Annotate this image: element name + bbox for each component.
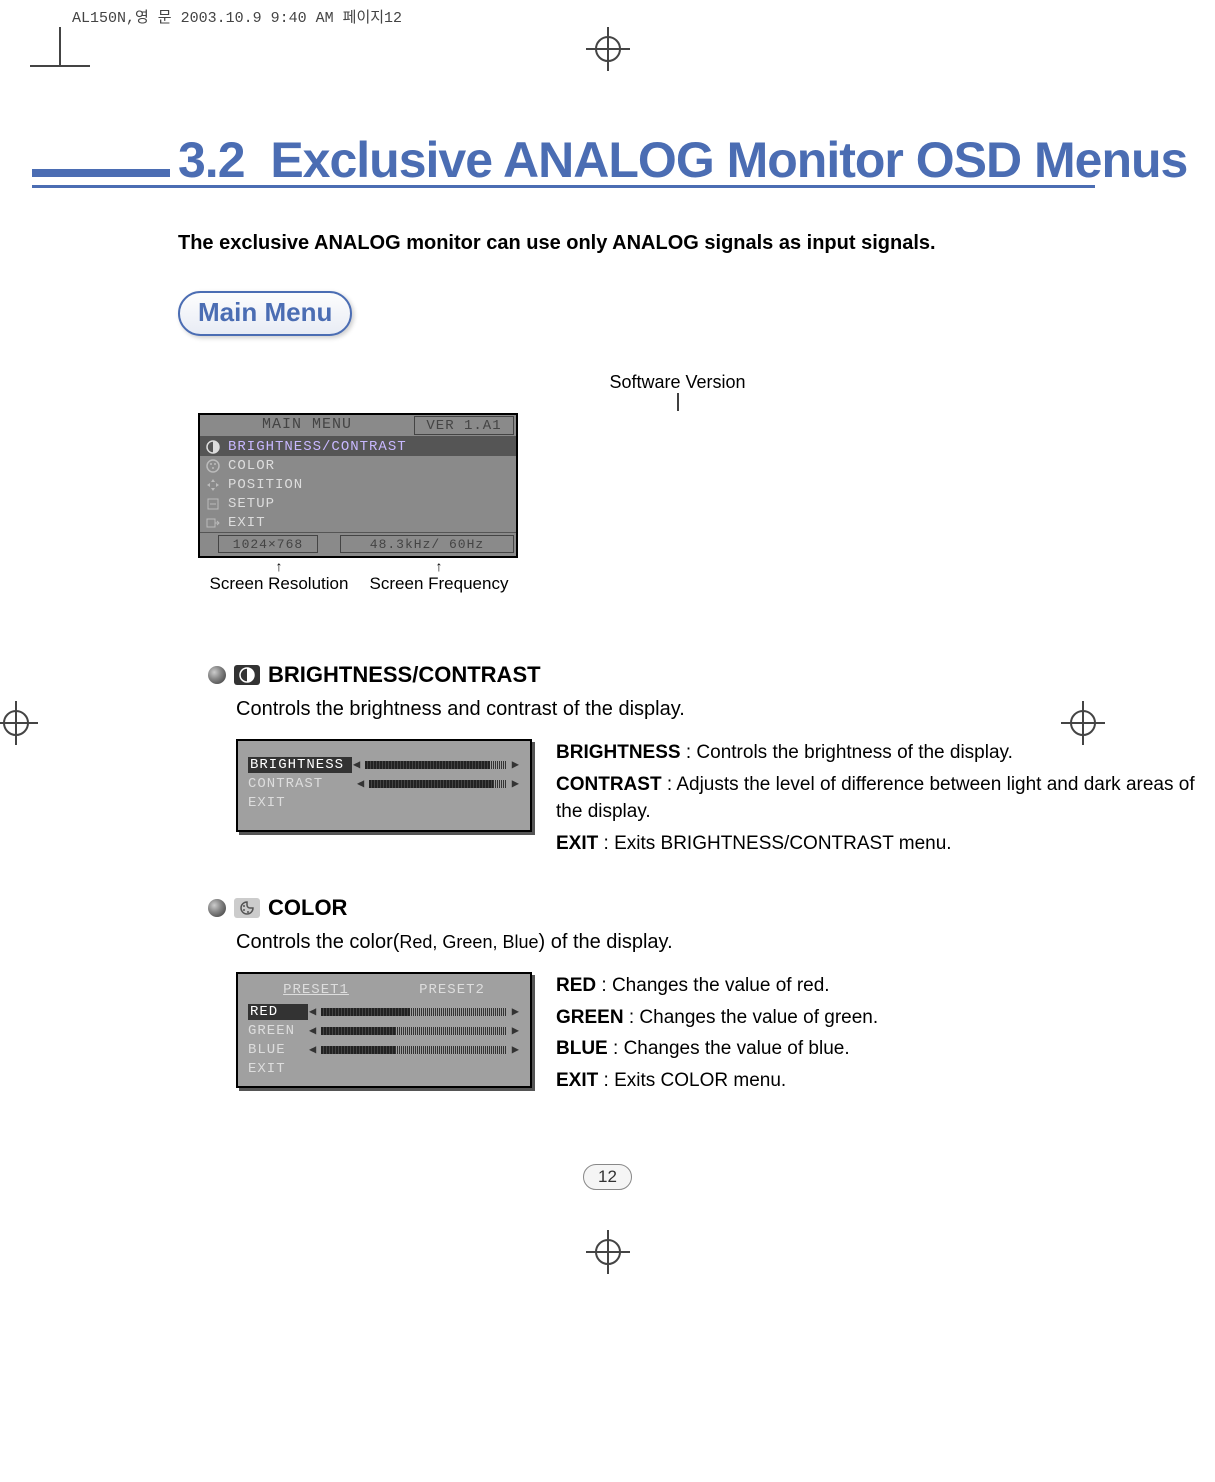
callout-arrow-icon: [0, 393, 1215, 411]
registration-mark-icon: [586, 27, 630, 71]
desc-suffix: ) of the display.: [538, 931, 672, 953]
palette-icon: [204, 459, 222, 473]
bullet-icon: [208, 666, 226, 684]
osd-frequency-box: 48.3kHz/ 60Hz: [340, 535, 514, 553]
osd-sub-item-contrast: CONTRAST ◀▶: [238, 774, 530, 793]
osd-sub-item-red: RED ◀▶: [238, 1002, 530, 1021]
move-arrows-icon: [204, 478, 222, 492]
osd-version-box: VER 1.A1: [414, 416, 514, 435]
page-number: 12: [0, 1164, 1215, 1190]
osd-item-label: EXIT: [228, 515, 266, 531]
osd-sub-label: EXIT: [248, 795, 356, 811]
osd-sub-label: GREEN: [248, 1023, 308, 1039]
def-text: : Exits BRIGHTNESS/CONTRAST menu.: [598, 833, 951, 854]
def-term: EXIT: [556, 1070, 598, 1091]
osd-item-label: COLOR: [228, 458, 275, 474]
osd-main-menu: MAIN MENU VER 1.A1 BRIGHTNESS/CONTRAST C…: [198, 413, 518, 558]
preset-row: PRESET1 PRESET2: [238, 980, 530, 1002]
osd-sub-item-brightness: BRIGHTNESS ◀▶: [238, 755, 530, 774]
callout-arrow-icon: ↑: [354, 558, 524, 574]
osd-sub-label: RED: [248, 1004, 308, 1020]
preset1-label: PRESET1: [283, 982, 349, 998]
screen-resolution-label: Screen Resolution: [210, 574, 349, 593]
intro-text: The exclusive ANALOG monitor can use onl…: [178, 232, 1215, 255]
half-circle-icon: [204, 440, 222, 454]
print-job-header: AL150N,영 문 2003.10.9 9:40 AM 페이지12: [0, 0, 1215, 27]
osd-item-label: POSITION: [228, 477, 303, 493]
desc-prefix: Controls the color(: [236, 931, 399, 953]
registration-mark-icon: [0, 1230, 1215, 1279]
def-text: : Exits COLOR menu.: [598, 1070, 786, 1091]
preset2-label: PRESET2: [419, 982, 485, 998]
osd-item-color: COLOR: [200, 456, 516, 475]
section-number: 3.2: [178, 131, 245, 189]
brightness-definitions: BRIGHTNESS : Controls the brightness of …: [556, 739, 1215, 861]
osd-sub-label: CONTRAST: [248, 776, 356, 792]
osd-sub-item-blue: BLUE ◀▶: [238, 1040, 530, 1059]
def-term: CONTRAST: [556, 774, 662, 795]
def-text: : Changes the value of blue.: [608, 1038, 850, 1059]
osd-brightness-submenu: BRIGHTNESS ◀▶ CONTRAST ◀▶ EXIT: [236, 739, 532, 832]
color-heading: COLOR: [268, 895, 347, 921]
osd-header: MAIN MENU: [200, 415, 414, 436]
registration-mark-icon: [1061, 701, 1105, 750]
exit-icon: [204, 516, 222, 530]
color-desc: Controls the color(Red, Green, Blue) of …: [236, 931, 1215, 954]
slider-icon: ◀▶: [356, 776, 520, 791]
osd-callout-labels: ↑ Screen Resolution ↑ Screen Frequency: [198, 558, 518, 608]
def-term: BLUE: [556, 1038, 608, 1059]
half-circle-icon: [234, 665, 260, 685]
slider-icon: ◀▶: [308, 1042, 520, 1057]
title-accent-bar: [32, 169, 170, 177]
osd-sub-item-exit: EXIT: [238, 1059, 530, 1078]
osd-item-position: POSITION: [200, 475, 516, 494]
osd-item-label: SETUP: [228, 496, 275, 512]
def-term: RED: [556, 975, 596, 996]
color-definitions: RED : Changes the value of red. GREEN : …: [556, 972, 1215, 1098]
osd-item-setup: SETUP: [200, 494, 516, 513]
slider-icon: ◀▶: [352, 757, 520, 772]
crop-marks-top: [0, 27, 1215, 91]
osd-item-label: BRIGHTNESS/CONTRAST: [228, 439, 407, 455]
tools-icon: [204, 497, 222, 511]
desc-small: Red, Green, Blue: [399, 932, 538, 952]
osd-sub-item-exit: EXIT: [238, 793, 530, 812]
def-term: GREEN: [556, 1007, 624, 1028]
osd-sub-item-green: GREEN ◀▶: [238, 1021, 530, 1040]
osd-resolution-box: 1024×768: [218, 535, 318, 553]
def-term: BRIGHTNESS: [556, 742, 681, 763]
brightness-heading: BRIGHTNESS/CONTRAST: [268, 662, 541, 688]
software-version-label: Software Version: [0, 372, 1215, 393]
section-title-text: [245, 131, 271, 189]
main-menu-label: Main Menu: [198, 297, 332, 328]
screen-frequency-label: Screen Frequency: [370, 574, 509, 593]
osd-sub-label: BRIGHTNESS: [248, 757, 352, 773]
slider-icon: ◀▶: [308, 1023, 520, 1038]
def-text: : Changes the value of green.: [624, 1007, 879, 1028]
osd-item-brightness: BRIGHTNESS/CONTRAST: [200, 437, 516, 456]
section-title-text: Exclusive ANALOG Monitor OSD Menus: [270, 131, 1187, 189]
section-title: 3.2 Exclusive ANALOG Monitor OSD Menus: [32, 131, 1215, 189]
osd-sub-label: EXIT: [248, 1061, 308, 1077]
osd-item-exit: EXIT: [200, 513, 516, 532]
bullet-icon: [208, 899, 226, 917]
slider-icon: ◀▶: [308, 1004, 520, 1019]
def-text: : Controls the brightness of the display…: [681, 742, 1013, 763]
brightness-heading-row: BRIGHTNESS/CONTRAST: [208, 662, 1215, 688]
registration-mark-icon: [0, 701, 38, 750]
def-text: : Changes the value of red.: [596, 975, 829, 996]
callout-arrow-icon: ↑: [194, 558, 364, 574]
osd-sub-label: BLUE: [248, 1042, 308, 1058]
def-term: EXIT: [556, 833, 598, 854]
palette-icon: [234, 898, 260, 918]
page-number-value: 12: [583, 1164, 632, 1190]
main-menu-pill: Main Menu: [178, 291, 352, 336]
osd-color-submenu: PRESET1 PRESET2 RED ◀▶ GREEN ◀▶ BLUE ◀▶ …: [236, 972, 532, 1088]
color-heading-row: COLOR: [208, 895, 1215, 921]
